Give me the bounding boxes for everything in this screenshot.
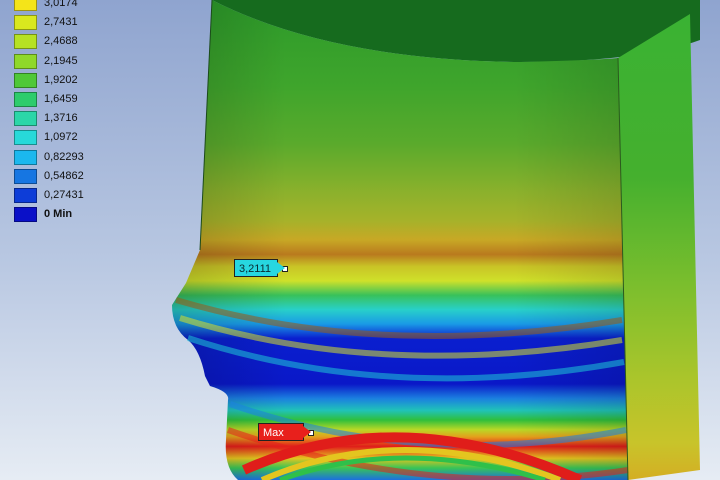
legend-swatch <box>14 72 37 88</box>
legend-label: 3,0174 <box>44 0 78 9</box>
legend-label: 2,1945 <box>44 54 78 67</box>
legend-swatch <box>14 34 37 50</box>
legend-swatch <box>14 0 37 11</box>
legend-label: 1,3716 <box>44 112 78 125</box>
probe-label-max[interactable]: Max <box>258 423 314 441</box>
legend-label: 0 Min <box>44 208 73 221</box>
model-viewport[interactable] <box>0 0 720 480</box>
probe-pin-icon <box>308 430 314 436</box>
legend-label: 1,0972 <box>44 131 78 144</box>
contour-model[interactable] <box>0 0 720 480</box>
legend-swatch <box>14 91 37 107</box>
shaft-side-face <box>618 14 700 480</box>
probe-label-value[interactable]: 3,2111 <box>234 259 289 277</box>
legend-label: 1,9202 <box>44 73 78 86</box>
legend-label: 1,6459 <box>44 92 78 105</box>
legend-swatch <box>14 130 37 146</box>
legend-swatch <box>14 53 37 69</box>
probe-value-text: 3,2111 <box>239 263 272 275</box>
probe-pin-icon <box>282 266 289 272</box>
legend-swatch <box>14 111 37 127</box>
legend-swatch <box>14 149 37 165</box>
legend-swatch <box>14 187 37 203</box>
legend-label: 0,27431 <box>44 188 84 201</box>
legend-swatch <box>14 15 37 31</box>
legend-label: 2,4688 <box>44 35 78 48</box>
legend-label: 0,54862 <box>44 169 84 182</box>
legend-label: 2,7431 <box>44 16 78 29</box>
legend-swatch <box>14 168 37 184</box>
legend-label: 0,82293 <box>44 150 84 163</box>
probe-max-text: Max <box>263 427 284 439</box>
legend-swatch <box>14 207 37 223</box>
